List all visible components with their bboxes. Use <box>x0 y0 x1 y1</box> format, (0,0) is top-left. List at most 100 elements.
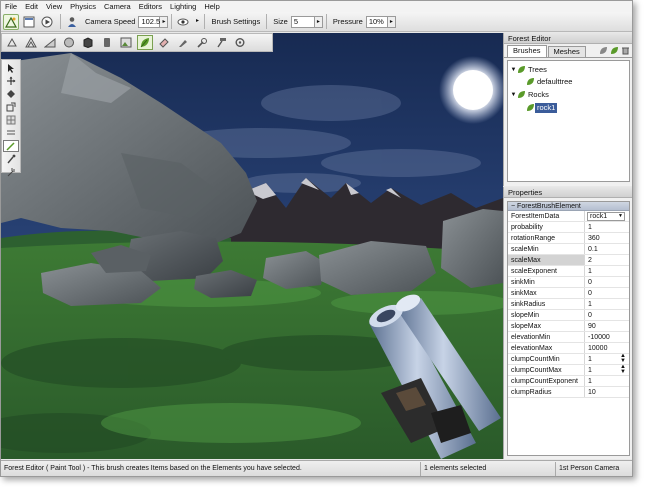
new-brush-icon[interactable] <box>599 46 608 55</box>
property-name: clumpCountExponent <box>508 376 585 386</box>
tool-move-button[interactable] <box>194 35 210 50</box>
tool-select-button[interactable] <box>4 35 20 50</box>
rotate-tool-button[interactable] <box>3 88 19 100</box>
tree-node-rock1[interactable]: rock1 <box>526 102 558 113</box>
gui-editor-button[interactable] <box>21 14 37 30</box>
property-value[interactable]: 1 ▲ ▼ <box>585 365 629 375</box>
chevron-down-icon[interactable]: ▼ <box>618 213 623 220</box>
pressure-field[interactable]: 10% <box>365 15 388 28</box>
property-row-scaleMax[interactable]: scaleMax 2 <box>508 255 629 266</box>
property-row-slopeMax[interactable]: slopeMax 90 <box>508 321 629 332</box>
property-value[interactable]: 0 <box>585 310 629 320</box>
tool-pick-button[interactable] <box>175 35 191 50</box>
play-game-button[interactable] <box>39 14 55 30</box>
tab-brushes[interactable]: Brushes <box>507 45 547 57</box>
property-name: rotationRange <box>508 233 585 243</box>
menu-editors[interactable]: Editors <box>135 1 166 12</box>
tool-terrain-button[interactable] <box>23 35 39 50</box>
pressure-arrow[interactable]: ▸ <box>387 15 396 28</box>
property-name: slopeMax <box>508 321 585 331</box>
property-row-elevationMax[interactable]: elevationMax 10000 <box>508 343 629 354</box>
property-row-rotationRange[interactable]: rotationRange 360 <box>508 233 629 244</box>
menu-edit[interactable]: Edit <box>21 1 42 12</box>
tool-paint-button[interactable] <box>137 35 153 50</box>
property-value[interactable]: 1 <box>585 222 629 232</box>
trash-icon[interactable] <box>621 46 630 55</box>
property-row-sinkMin[interactable]: sinkMin 0 <box>508 277 629 288</box>
spinner-icon[interactable]: ▲ ▼ <box>619 365 627 375</box>
property-group-label: ForestBrushElement <box>517 203 581 210</box>
scene-viewport[interactable] <box>1 33 503 459</box>
property-value[interactable]: 10000 <box>585 343 629 353</box>
tool-cube-button[interactable] <box>80 35 96 50</box>
property-row-clumpCountExponent[interactable]: clumpCountExponent 1 <box>508 376 629 387</box>
property-row-sinkMax[interactable]: sinkMax 0 <box>508 288 629 299</box>
property-value[interactable]: 360 <box>585 233 629 243</box>
tree-node-trees[interactable]: ▼ Trees <box>510 64 549 75</box>
property-name: sinkMax <box>508 288 585 298</box>
menu-view[interactable]: View <box>42 1 66 12</box>
property-row-clumpRadius[interactable]: clumpRadius 10 <box>508 387 629 398</box>
property-row-probability[interactable]: probability 1 <box>508 222 629 233</box>
size-arrow[interactable]: ▸ <box>314 15 323 28</box>
property-value[interactable]: 1 <box>585 376 629 386</box>
property-value[interactable]: 0.1 <box>585 244 629 254</box>
tool-rotate-button[interactable] <box>213 35 229 50</box>
property-row-ForestItemData[interactable]: ForestItemData rock1 ▼ <box>508 211 629 222</box>
tool-scale-button[interactable] <box>232 35 248 50</box>
tool-sphere-button[interactable] <box>61 35 77 50</box>
property-value[interactable]: -10000 <box>585 332 629 342</box>
property-value-text: 360 <box>588 235 600 242</box>
property-value[interactable]: rock1 ▼ <box>585 211 629 221</box>
status-bar: Forest Editor ( Paint Tool ) - This brus… <box>1 460 632 476</box>
camera-button[interactable] <box>64 14 80 30</box>
menu-camera[interactable]: Camera <box>100 1 135 12</box>
dropper-tool-button[interactable] <box>3 153 19 165</box>
property-group-header[interactable]: − ForestBrushElement <box>508 202 629 211</box>
tool-plane-button[interactable] <box>42 35 58 50</box>
collapse-icon[interactable]: ▼ <box>510 92 517 98</box>
collapse-icon[interactable]: ▼ <box>510 67 517 73</box>
property-row-scaleMin[interactable]: scaleMin 0.1 <box>508 244 629 255</box>
property-value[interactable]: 0 <box>585 277 629 287</box>
menu-lighting[interactable]: Lighting <box>166 1 200 12</box>
camera-speed-field[interactable]: 102.5 <box>138 15 161 28</box>
tool-texture-button[interactable] <box>118 35 134 50</box>
visibility-dropdown-arrow[interactable]: ▸ <box>193 16 201 28</box>
property-value[interactable]: 1 <box>585 299 629 309</box>
select-tool-button[interactable] <box>3 62 19 74</box>
property-value[interactable]: 1 ▲ ▼ <box>585 354 629 364</box>
property-value[interactable]: 1 <box>585 266 629 276</box>
scale-tool-button[interactable] <box>3 101 19 113</box>
property-row-clumpCountMin[interactable]: clumpCountMin 1 ▲ ▼ <box>508 354 629 365</box>
tab-meshes[interactable]: Meshes <box>547 46 586 57</box>
property-row-clumpCountMax[interactable]: clumpCountMax 1 ▲ ▼ <box>508 365 629 376</box>
new-element-icon[interactable] <box>610 46 619 55</box>
visibility-button[interactable] <box>175 14 191 30</box>
snap-tool-button[interactable] <box>3 114 19 126</box>
spinner-icon[interactable]: ▲ ▼ <box>619 354 627 364</box>
world-editor-button[interactable] <box>3 13 19 30</box>
erase-tool-button[interactable] <box>3 166 19 178</box>
property-value[interactable]: 10 <box>585 387 629 397</box>
paint-tool-button[interactable] <box>3 140 19 152</box>
size-field[interactable]: 5 <box>290 15 315 28</box>
camera-speed-arrow[interactable]: ▸ <box>160 15 169 28</box>
tool-erase-button[interactable] <box>156 35 172 50</box>
property-value[interactable]: 2 <box>585 255 629 265</box>
property-row-slopeMin[interactable]: slopeMin 0 <box>508 310 629 321</box>
move-tool-button[interactable] <box>3 75 19 87</box>
property-row-sinkRadius[interactable]: sinkRadius 1 <box>508 299 629 310</box>
property-value[interactable]: 0 <box>585 288 629 298</box>
menu-file[interactable]: File <box>1 1 21 12</box>
align-tool-button[interactable] <box>3 127 19 139</box>
tree-node-defaulttree[interactable]: defaulttree <box>526 76 574 87</box>
property-value[interactable]: 90 <box>585 321 629 331</box>
tool-object-button[interactable] <box>99 35 115 50</box>
property-row-scaleExponent[interactable]: scaleExponent 1 <box>508 266 629 277</box>
tree-node-rocks[interactable]: ▼ Rocks <box>510 89 551 100</box>
forest-item-data-select[interactable]: rock1 ▼ <box>587 212 625 221</box>
property-row-elevationMin[interactable]: elevationMin -10000 <box>508 332 629 343</box>
menu-physics[interactable]: Physics <box>66 1 100 12</box>
menu-help[interactable]: Help <box>200 1 223 12</box>
